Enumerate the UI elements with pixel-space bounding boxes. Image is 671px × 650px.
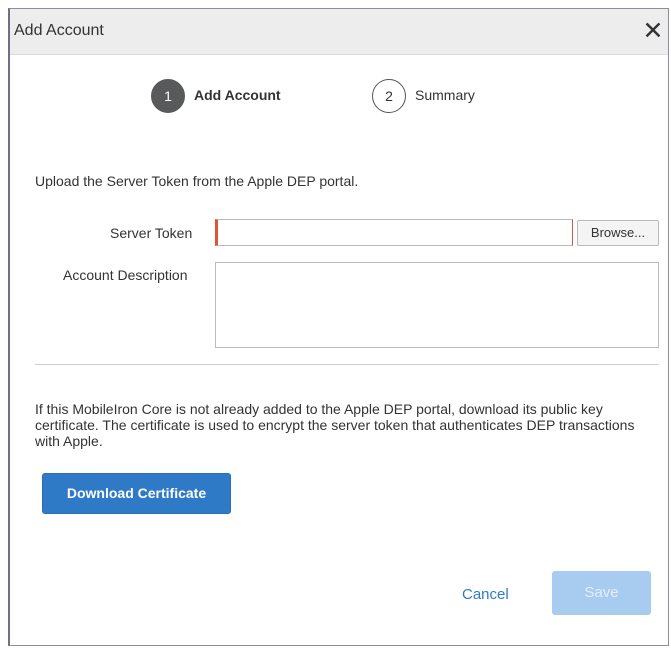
- server-token-label: Server Token: [110, 225, 193, 241]
- certificate-info-text: If this MobileIron Core is not already a…: [35, 401, 635, 449]
- cancel-button[interactable]: Cancel: [462, 586, 509, 603]
- dialog-title: Add Account: [14, 22, 104, 39]
- add-account-dialog: Add Account ✕ 1 Add Account 2 Summary Up…: [8, 8, 669, 646]
- dialog-titlebar: Add Account ✕: [10, 9, 668, 55]
- account-description-field[interactable]: [215, 262, 659, 348]
- server-token-input[interactable]: [215, 219, 573, 246]
- step-1-label: Add Account: [194, 87, 281, 103]
- browse-button[interactable]: Browse...: [577, 220, 659, 246]
- download-certificate-button[interactable]: Download Certificate: [42, 473, 231, 514]
- step-2-label: Summary: [415, 87, 475, 103]
- step-2-number: 2: [372, 79, 406, 113]
- account-description-label: Account Description: [63, 267, 188, 283]
- section-divider: [35, 364, 659, 365]
- upload-instructions: Upload the Server Token from the Apple D…: [35, 173, 359, 189]
- close-icon[interactable]: ✕: [640, 18, 666, 44]
- step-1-number: 1: [151, 79, 185, 113]
- save-button[interactable]: Save: [552, 571, 651, 615]
